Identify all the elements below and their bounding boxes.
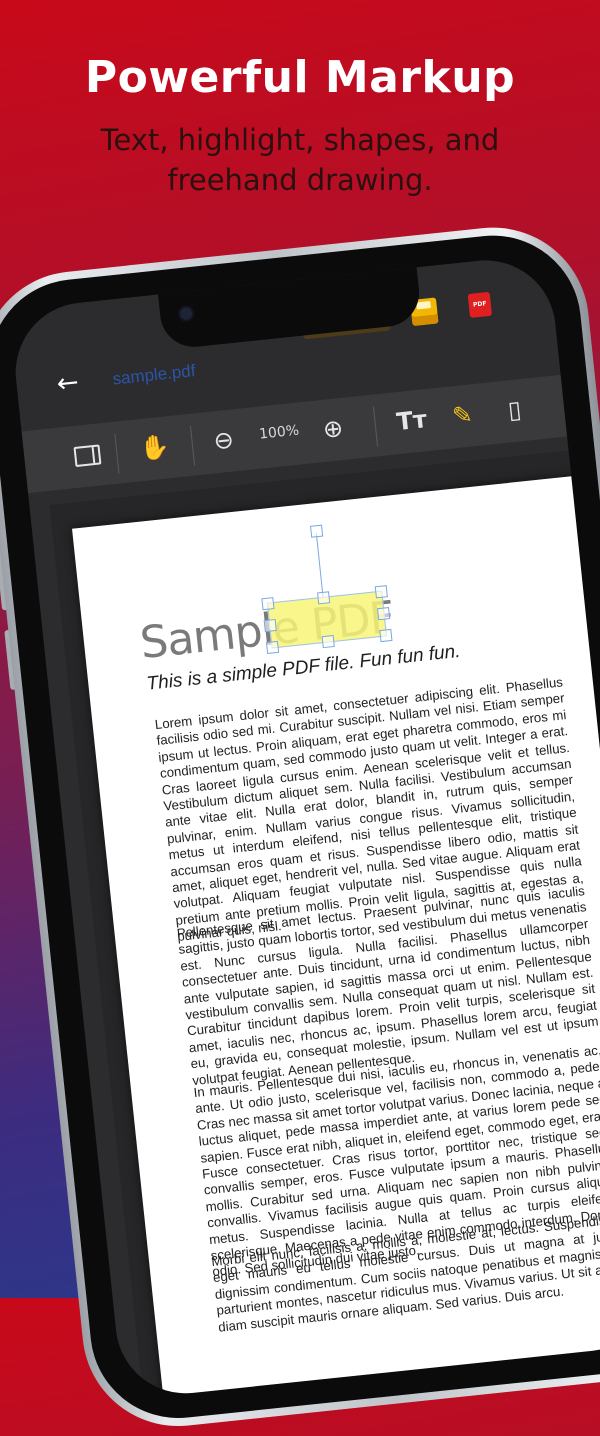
hand-pan-icon[interactable]: ✋: [139, 432, 172, 463]
resize-handle[interactable]: [374, 585, 388, 599]
subhead: Text, highlight, shapes, and freehand dr…: [100, 123, 500, 197]
resize-handle[interactable]: [317, 591, 331, 605]
resize-handle[interactable]: [261, 597, 275, 611]
resize-handle[interactable]: [321, 634, 335, 649]
sidebar-panel-icon[interactable]: [73, 444, 102, 468]
highlighter-icon[interactable]: ✎: [451, 400, 474, 430]
resize-handle[interactable]: [379, 628, 393, 643]
shape-tool-icon[interactable]: ▯: [507, 395, 523, 424]
arrow-left-icon[interactable]: ←: [55, 367, 80, 399]
front-camera: [179, 307, 193, 321]
rotate-handle[interactable]: [310, 524, 324, 538]
text-size-icon[interactable]: Tт: [395, 405, 428, 436]
zoom-out-icon[interactable]: ⊖: [212, 425, 235, 455]
app-screen: ← sample.pdf Unsaved PDF ✋ ⊖ 100% ⊕ Tт ✎…: [8, 253, 600, 1401]
phone-bezel: ← sample.pdf Unsaved PDF ✋ ⊖ 100% ⊕ Tт ✎…: [0, 226, 600, 1427]
zoom-in-icon[interactable]: ⊕: [322, 414, 345, 444]
headline: Powerful Markup: [84, 52, 516, 103]
resize-handle[interactable]: [377, 607, 391, 621]
pdf-file-icon[interactable]: PDF: [467, 291, 493, 318]
resize-handle[interactable]: [263, 618, 277, 633]
resize-handle[interactable]: [265, 640, 280, 655]
phone-mockup: ← sample.pdf Unsaved PDF ✋ ⊖ 100% ⊕ Tт ✎…: [0, 218, 600, 1436]
